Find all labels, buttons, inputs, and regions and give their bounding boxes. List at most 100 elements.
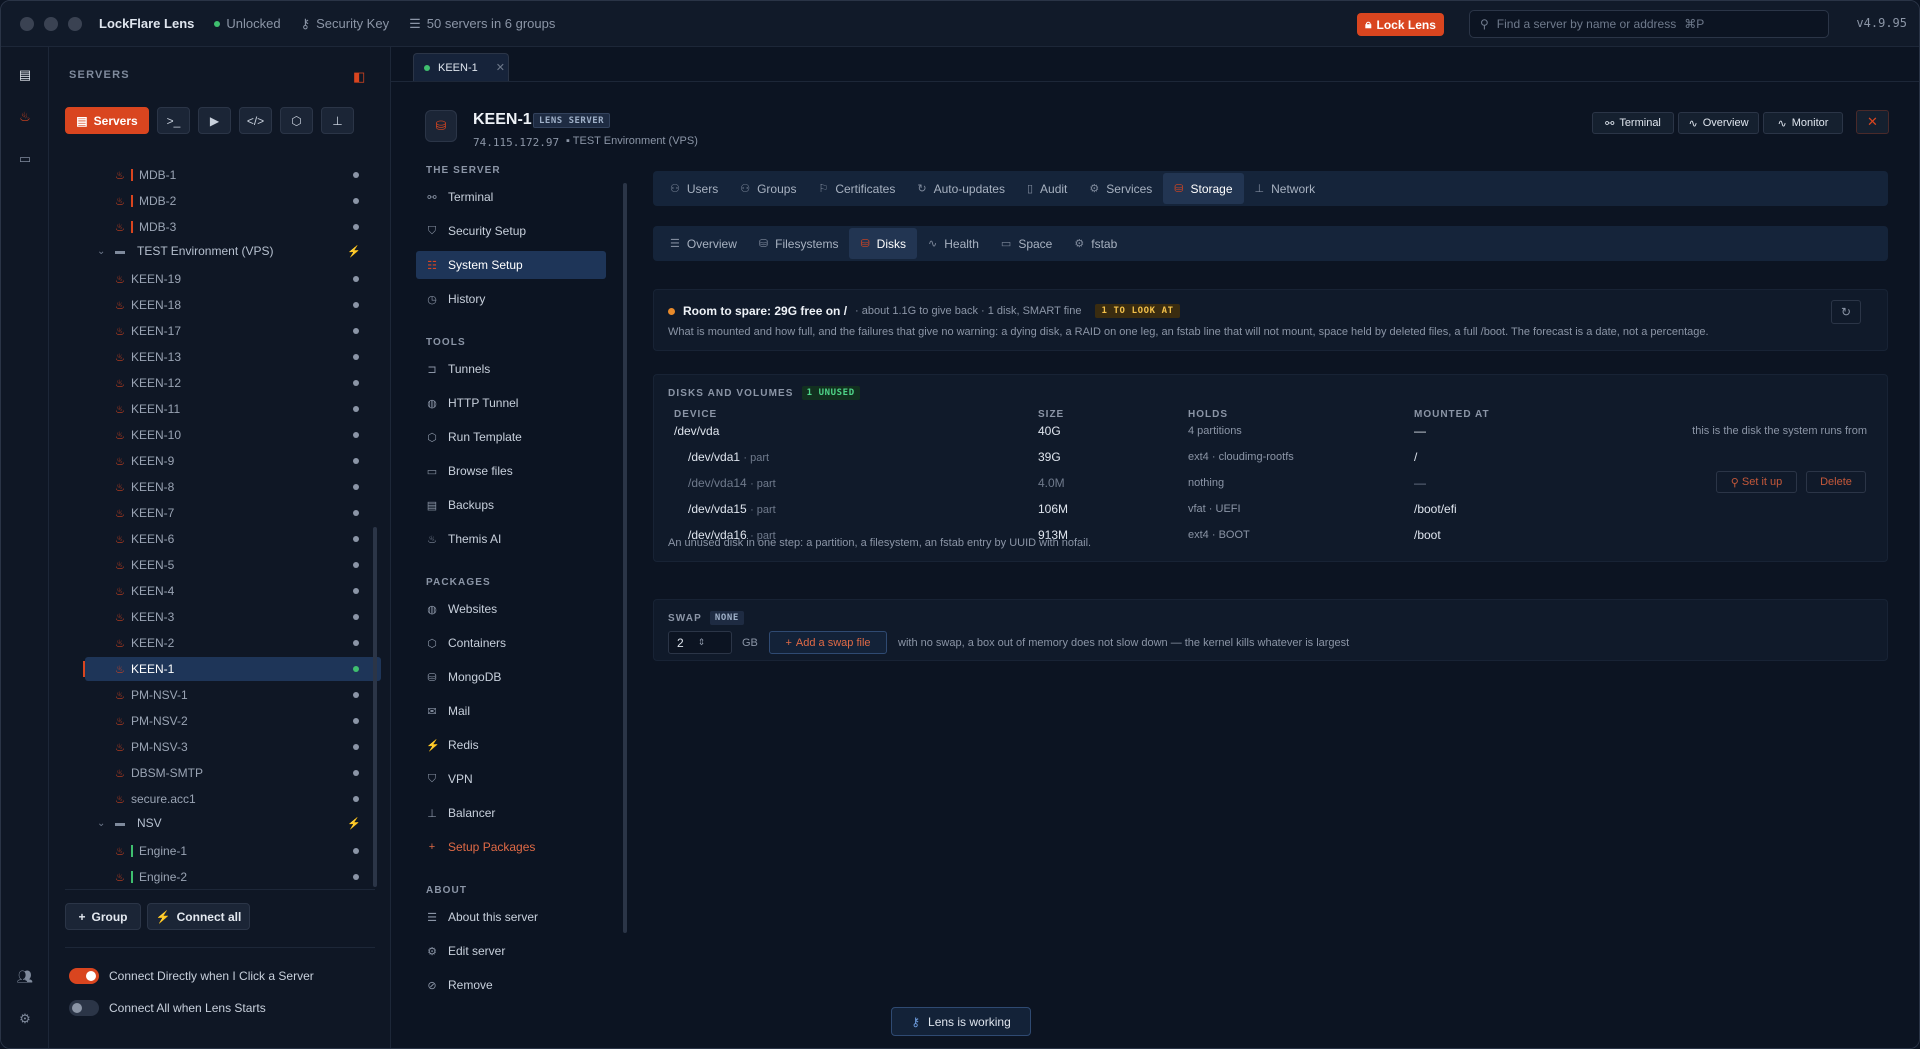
close-server-button[interactable]: ✕ [1856, 110, 1889, 134]
tab-certificates[interactable]: ⚐ Certificates [807, 173, 906, 204]
nav-item[interactable]: ✉ Mail [416, 697, 606, 725]
collapse-sidebar-icon[interactable]: ◧ [353, 69, 365, 85]
server-item[interactable]: ♨ KEEN-19 [85, 267, 381, 291]
lock-lens-button[interactable]: 🔒︎ Lock Lens [1357, 13, 1444, 36]
folder-rail-icon[interactable]: ▭ [13, 147, 37, 171]
tab-services[interactable]: ⚙ Services [1078, 173, 1163, 204]
open-overview-button[interactable]: ∿ Overview [1678, 112, 1759, 134]
tab-disks[interactable]: ⛁ Disks [849, 228, 918, 259]
nav-item[interactable]: ◷ History [416, 285, 606, 313]
nav-item[interactable]: ☰ About this server [416, 903, 606, 931]
tab-auto-updates[interactable]: ↻ Auto-updates [906, 173, 1016, 204]
server-item[interactable]: ♨ KEEN-9 [85, 449, 381, 473]
server-item[interactable]: ♨ KEEN-10 [85, 423, 381, 447]
server-item[interactable]: ♨ KEEN-5 [85, 553, 381, 577]
nav-item[interactable]: ⊥ Balancer [416, 799, 606, 827]
close-tab-icon[interactable]: ✕ [496, 61, 505, 74]
server-item[interactable]: ♨ DBSM-SMTP [85, 761, 381, 785]
server-item[interactable]: ♨ KEEN-12 [85, 371, 381, 395]
swap-size-stepper[interactable]: 2 ⇕ [668, 631, 732, 654]
minimize-window-button[interactable] [44, 16, 58, 31]
tab-filesystems[interactable]: ⛁ Filesystems [748, 228, 850, 259]
server-item[interactable]: ♨ KEEN-11 [85, 397, 381, 421]
code-tab-button[interactable]: </> [239, 107, 272, 134]
nav-item[interactable]: ⛉ VPN [416, 765, 606, 793]
connect-all-startup-toggle[interactable] [69, 1000, 99, 1016]
stepper-arrows-icon[interactable]: ⇕ [698, 637, 706, 648]
sidebar-scrollbar[interactable] [373, 527, 377, 887]
server-item[interactable]: ♨ KEEN-17 [85, 319, 381, 343]
nav-item[interactable]: ♨ Themis AI [416, 525, 606, 553]
nav-item[interactable]: ◍ Websites [416, 595, 606, 623]
server-item[interactable]: ♨ KEEN-8 [85, 475, 381, 499]
tab-network[interactable]: ⊥ Network [1244, 173, 1327, 204]
server-item[interactable]: ♨ PM-NSV-2 [85, 709, 381, 733]
nav-item[interactable]: ◍ HTTP Tunnel [416, 389, 606, 417]
server-item[interactable]: ♨ MDB-2 [85, 189, 381, 213]
chevron-down-icon[interactable]: ⌄ [97, 818, 105, 829]
package-tab-button[interactable]: ⬡ [280, 107, 313, 134]
server-file-tab[interactable]: KEEN-1 ✕ [413, 53, 509, 81]
server-item[interactable]: ♨ KEEN-6 [85, 527, 381, 551]
server-item[interactable]: ♨ secure.acc1 [85, 787, 381, 811]
settings-rail-icon[interactable]: ⚙ [13, 1007, 37, 1031]
server-item[interactable]: ♨ KEEN-7 [85, 501, 381, 525]
close-window-button[interactable] [20, 16, 34, 31]
server-item[interactable]: ♨ PM-NSV-1 [85, 683, 381, 707]
delete-partition-button[interactable]: Delete [1806, 471, 1866, 493]
tab-storage[interactable]: ⛁ Storage [1163, 173, 1244, 204]
nav-item[interactable]: ⛉ Security Setup [416, 217, 606, 245]
bolt-icon[interactable]: ⚡ [347, 245, 361, 258]
nav-item[interactable]: ⛁ MongoDB [416, 663, 606, 691]
connect-directly-toggle[interactable] [69, 968, 99, 984]
nav-item[interactable]: ▭ Browse files [416, 457, 606, 485]
network-tab-button[interactable]: ⊥ [321, 107, 354, 134]
nav-item[interactable]: ⬡ Run Template [416, 423, 606, 451]
flame-rail-icon[interactable]: ♨ [13, 105, 37, 129]
server-group[interactable]: ⌄ ▬ TEST Environment (VPS) ⚡ [85, 240, 381, 262]
nav-item[interactable]: ⚙ Edit server [416, 937, 606, 965]
nav-item[interactable]: ⊐ Tunnels [416, 355, 606, 383]
server-search[interactable]: ⚲ Find a server by name or address ⌘P [1469, 10, 1829, 38]
server-item[interactable]: ♨ KEEN-1 [83, 657, 381, 681]
tab-fstab[interactable]: ⚙ fstab [1063, 228, 1128, 259]
nav-item[interactable]: ⚡ Redis [416, 731, 606, 759]
add-group-button[interactable]: + Group [65, 903, 141, 930]
tab-audit[interactable]: ▯ Audit [1016, 173, 1078, 204]
users-rail-icon[interactable]: 👥︎ [13, 965, 37, 989]
open-monitor-button[interactable]: ∿ Monitor [1763, 112, 1843, 134]
server-item[interactable]: ♨ KEEN-13 [85, 345, 381, 369]
open-terminal-button[interactable]: ⚯ Terminal [1592, 112, 1674, 134]
server-item[interactable]: ♨ PM-NSV-3 [85, 735, 381, 759]
nav-item[interactable]: ▤ Backups [416, 491, 606, 519]
security-key-indicator[interactable]: ⚷ Security Key [301, 16, 390, 32]
server-item[interactable]: ♨ Engine-2 [85, 865, 381, 889]
refresh-button[interactable]: ↻ [1831, 300, 1861, 324]
nav-item[interactable]: ⬡ Containers [416, 629, 606, 657]
server-item[interactable]: ♨ KEEN-18 [85, 293, 381, 317]
add-swap-file-button[interactable]: + Add a swap file [769, 631, 887, 654]
tab-users[interactable]: ⚇ Users [659, 173, 729, 204]
terminal-tab-button[interactable]: >_ [157, 107, 190, 134]
servers-rail-icon[interactable]: ▤ [13, 63, 37, 87]
server-item[interactable]: ♨ KEEN-4 [85, 579, 381, 603]
nav-item[interactable]: ⊘ Remove [416, 971, 606, 999]
play-tab-button[interactable]: ▶ [198, 107, 231, 134]
set-it-up-button[interactable]: ⚲ Set it up [1716, 471, 1797, 493]
nav-scrollbar[interactable] [623, 183, 627, 933]
tab-health[interactable]: ∿ Health [917, 228, 990, 259]
tab-space[interactable]: ▭ Space [990, 228, 1063, 259]
nav-item[interactable]: + Setup Packages [416, 833, 606, 861]
tab-groups[interactable]: ⚇ Groups [729, 173, 807, 204]
server-group[interactable]: ⌄ ▬ NSV ⚡ [85, 812, 381, 834]
server-item[interactable]: ♨ MDB-3 [85, 215, 381, 239]
chevron-down-icon[interactable]: ⌄ [97, 246, 105, 257]
server-item[interactable]: ♨ KEEN-3 [85, 605, 381, 629]
nav-item[interactable]: ⚯ Terminal [416, 183, 606, 211]
server-item[interactable]: ♨ MDB-1 [85, 163, 381, 187]
server-item[interactable]: ♨ KEEN-2 [85, 631, 381, 655]
bolt-icon[interactable]: ⚡ [347, 817, 361, 830]
nav-item[interactable]: ☷ System Setup [416, 251, 606, 279]
servers-tab-button[interactable]: ▤ Servers [65, 107, 149, 134]
maximize-window-button[interactable] [68, 16, 82, 31]
